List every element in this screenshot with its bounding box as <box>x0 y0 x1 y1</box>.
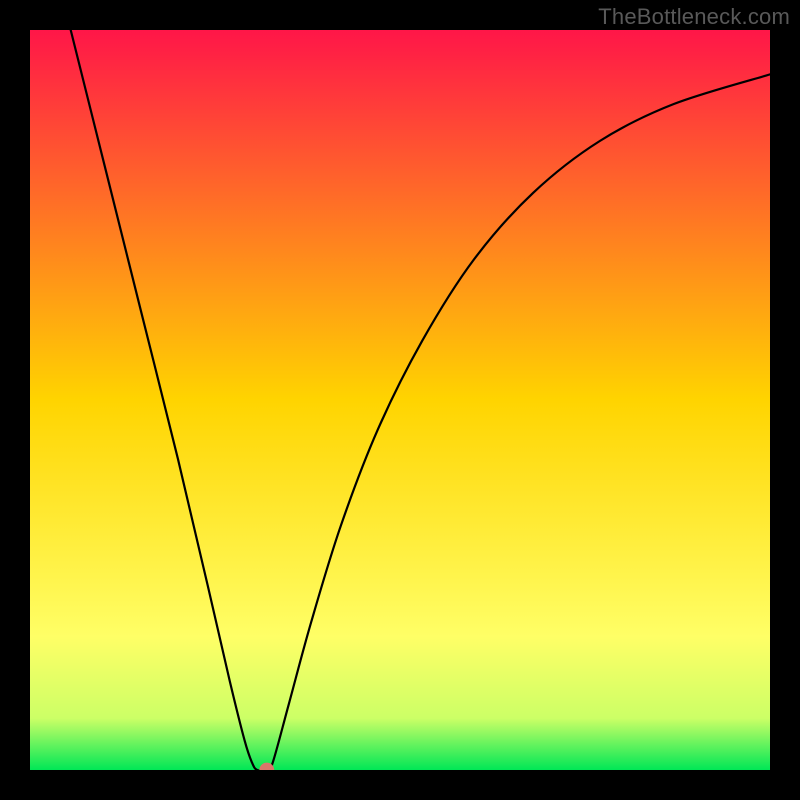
plot-area <box>30 30 770 770</box>
gradient-background <box>30 30 770 770</box>
chart-frame: TheBottleneck.com <box>0 0 800 800</box>
watermark-text: TheBottleneck.com <box>598 4 790 30</box>
bottleneck-chart <box>30 30 770 770</box>
